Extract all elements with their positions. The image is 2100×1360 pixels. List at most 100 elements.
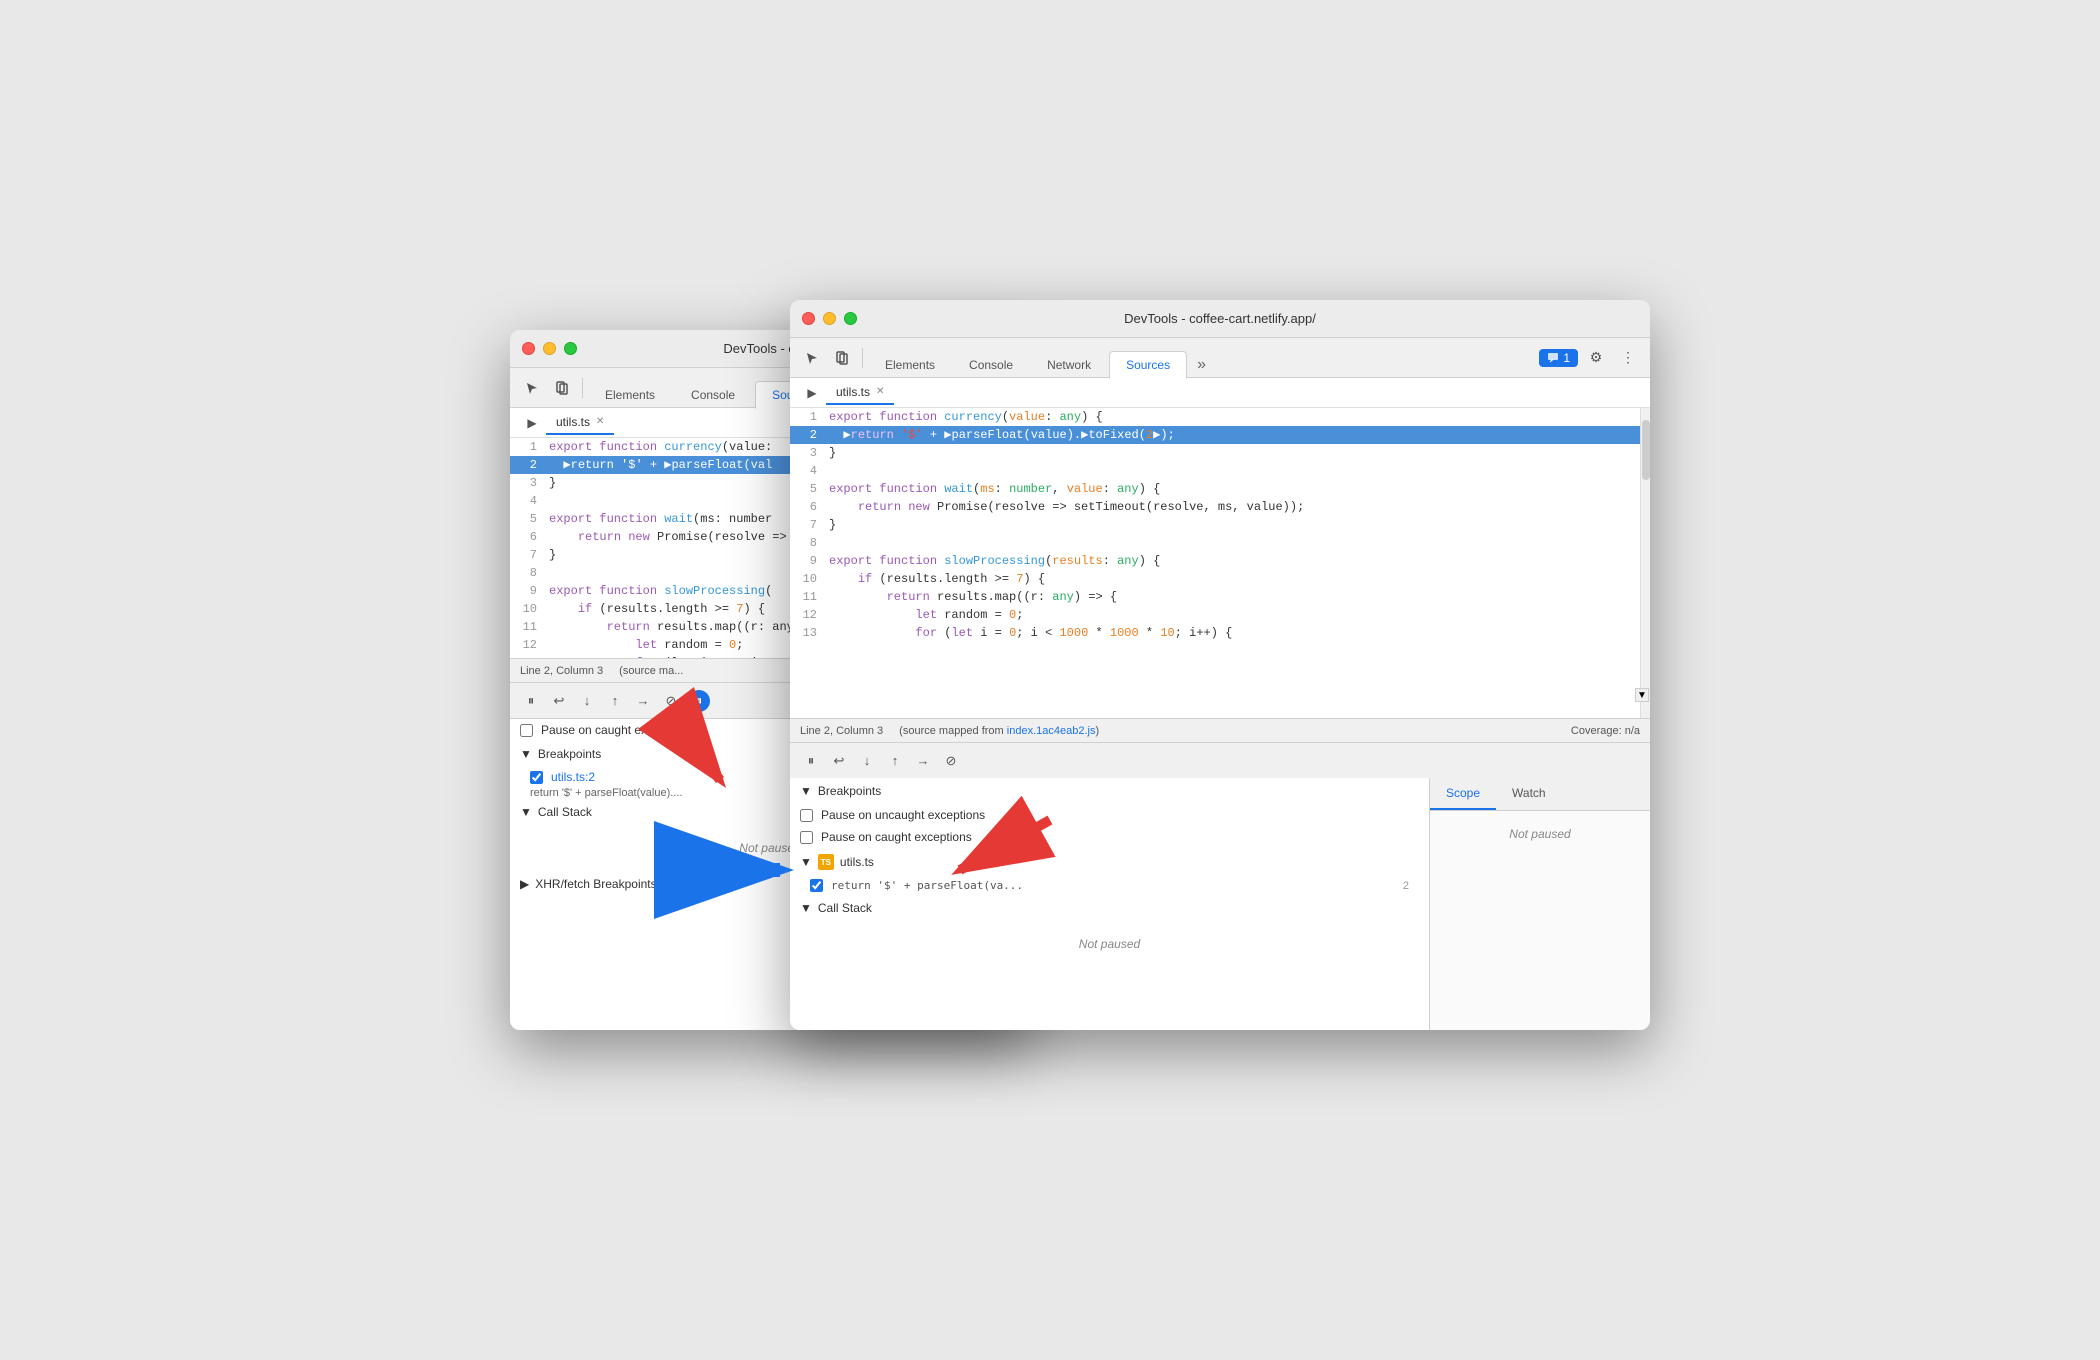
line-num-13-back: 13 <box>510 654 545 658</box>
code-content-5-front: export function wait(ms: number, value: … <box>825 480 1160 498</box>
pause-caught-checkbox-back[interactable] <box>520 724 533 737</box>
scope-watch-panel-front: Scope Watch Not paused <box>1430 778 1650 1030</box>
tab-sources-front[interactable]: Sources <box>1109 351 1187 379</box>
code-content-12-front: let random = 0; <box>825 606 1023 624</box>
code-content-10-back: if (results.length >= 7) { <box>545 600 765 618</box>
step-out-btn-front[interactable]: ↑ <box>884 750 906 772</box>
more-tabs-btn-front[interactable]: » <box>1193 352 1210 378</box>
comment-count: 1 <box>1563 351 1570 365</box>
step-out-btn-back[interactable]: ↑ <box>604 690 626 712</box>
cursor-tool-front[interactable] <box>798 344 826 372</box>
code-content-9-front: export function slowProcessing(results: … <box>825 552 1160 570</box>
tab-elements-front[interactable]: Elements <box>869 352 951 378</box>
coverage-btn-front[interactable]: ▼ <box>1635 688 1649 702</box>
step-over-btn-back[interactable]: ↩ <box>548 690 570 712</box>
code-content-5-back: export function wait(ms: number <box>545 510 772 528</box>
line-num-5-back: 5 <box>510 510 545 528</box>
code-content-2-back: ▶return '$' + ▶parseFloat(val <box>545 456 772 474</box>
utils-file-header-front[interactable]: ▼ TS utils.ts <box>790 848 1429 876</box>
toolbar-divider-front <box>862 348 863 368</box>
continue-btn-back[interactable]: → <box>632 690 654 712</box>
traffic-lights-back <box>522 342 577 355</box>
line-num-7-back: 7 <box>510 546 545 564</box>
pause-uncaught-checkbox-front[interactable] <box>800 809 813 822</box>
code-content-12-back: let random = 0; <box>545 636 743 654</box>
line-num-12-front: 12 <box>790 606 825 624</box>
breakpoints-header-front[interactable]: ▼ Breakpoints <box>790 778 1429 804</box>
code-content-7-back: } <box>545 546 556 564</box>
deactivate-btn-front[interactable]: ⊘ <box>940 750 962 772</box>
main-toolbar-front: Elements Console Network Sources » 1 ⚙ ⋮ <box>790 338 1650 378</box>
deactivate-btn-back[interactable]: ⊘ <box>660 690 682 712</box>
tab-elements-back[interactable]: Elements <box>589 382 671 408</box>
scrollbar-front[interactable]: ▼ <box>1640 408 1650 718</box>
utils-file-label-front: utils.ts <box>840 855 874 869</box>
step-into-btn-back[interactable]: ↓ <box>576 690 598 712</box>
maximize-button-front[interactable] <box>844 312 857 325</box>
file-tab-utils-front[interactable]: utils.ts ✕ <box>826 381 894 405</box>
file-tab-close-front[interactable]: ✕ <box>876 386 884 397</box>
breakpoint-checkbox-back[interactable] <box>530 771 543 784</box>
minimize-button-back[interactable] <box>543 342 556 355</box>
code-content-10-front: if (results.length >= 7) { <box>825 570 1045 588</box>
utils-chevron-front: ▼ <box>800 855 812 869</box>
toolbar-right-front: 1 ⚙ ⋮ <box>1539 344 1642 372</box>
code-line-13-front: 13 for (let i = 0; i < 1000 * 1000 * 10;… <box>790 624 1640 642</box>
tab-console-back[interactable]: Console <box>675 382 751 408</box>
pause-resume-btn-front[interactable]: ⏸ <box>800 750 822 772</box>
line-num-11-back: 11 <box>510 618 545 636</box>
code-content-13-front: for (let i = 0; i < 1000 * 1000 * 10; i+… <box>825 624 1232 642</box>
step-into-btn-front[interactable]: ↓ <box>856 750 878 772</box>
more-options-btn-front[interactable]: ⋮ <box>1614 344 1642 372</box>
maximize-button-back[interactable] <box>564 342 577 355</box>
breakpoint-checkbox-front[interactable] <box>810 879 823 892</box>
pause-caught-label-front: Pause on caught exceptions <box>821 830 972 844</box>
breakpoint-row-front: return '$' + parseFloat(va... 2 <box>790 876 1429 895</box>
line-num-13-front: 13 <box>790 624 825 642</box>
watch-tab-front[interactable]: Watch <box>1496 778 1562 810</box>
panel-toggle-back[interactable]: ▶ <box>518 409 546 437</box>
call-stack-header-front[interactable]: ▼ Call Stack <box>790 895 1429 921</box>
source-map-link[interactable]: index.1ac4eab2.js <box>1007 725 1096 737</box>
scrollbar-thumb-front[interactable] <box>1642 420 1650 480</box>
line-num-7-front: 7 <box>790 516 825 534</box>
pause-caught-row-front: Pause on caught exceptions <box>790 826 1429 848</box>
scope-tab-front[interactable]: Scope <box>1430 778 1496 810</box>
pause-caught-checkbox-front[interactable] <box>800 831 813 844</box>
toolbar-divider-back <box>582 378 583 398</box>
code-content-6-front: return new Promise(resolve => setTimeout… <box>825 498 1304 516</box>
call-stack-label-front: Call Stack <box>818 901 872 915</box>
cursor-tool-back[interactable] <box>518 374 546 402</box>
source-map-back: (source ma... <box>619 665 683 677</box>
file-tab-close-back[interactable]: ✕ <box>596 416 604 427</box>
tab-console-front[interactable]: Console <box>953 352 1029 378</box>
code-content-2-front: ▶return '$' + ▶parseFloat(value).▶toFixe… <box>825 426 1175 444</box>
close-button-front[interactable] <box>802 312 815 325</box>
pause-caught-label-back: Pause on caught exceptions <box>541 723 692 737</box>
window-title-front: DevTools - coffee-cart.netlify.app/ <box>1124 311 1316 326</box>
continue-btn-front[interactable]: → <box>912 750 934 772</box>
device-tool-front[interactable] <box>828 344 856 372</box>
code-line-9-front: 9 export function slowProcessing(results… <box>790 552 1640 570</box>
devtools-window-front: DevTools - coffee-cart.netlify.app/ Elem… <box>790 300 1650 1030</box>
panel-toggle-front[interactable]: ▶ <box>798 379 826 407</box>
comment-badge-front[interactable]: 1 <box>1539 349 1578 367</box>
pause-active-btn-back[interactable]: ⏸ <box>688 690 710 712</box>
pause-resume-btn-back[interactable]: ⏸ <box>520 690 542 712</box>
line-num-3-front: 3 <box>790 444 825 462</box>
minimize-button-front[interactable] <box>823 312 836 325</box>
line-column-back: Line 2, Column 3 <box>520 665 603 677</box>
title-bar-front: DevTools - coffee-cart.netlify.app/ <box>790 300 1650 338</box>
breakpoints-chevron-front: ▼ <box>800 784 812 798</box>
line-num-8-back: 8 <box>510 564 545 582</box>
step-over-btn-front[interactable]: ↩ <box>828 750 850 772</box>
close-button-back[interactable] <box>522 342 535 355</box>
code-line-2-front: 2 ▶return '$' + ▶parseFloat(value).▶toFi… <box>790 426 1640 444</box>
code-content-6-back: return new Promise(resolve => <box>545 528 787 546</box>
settings-btn-front[interactable]: ⚙ <box>1582 344 1610 372</box>
file-tab-utils-back[interactable]: utils.ts ✕ <box>546 411 614 435</box>
device-tool-back[interactable] <box>548 374 576 402</box>
xhr-label-back: XHR/fetch Breakpoints <box>535 877 656 891</box>
tab-network-front[interactable]: Network <box>1031 352 1107 378</box>
breakpoints-panel-front: ▼ Breakpoints Pause on uncaught exceptio… <box>790 778 1430 1030</box>
